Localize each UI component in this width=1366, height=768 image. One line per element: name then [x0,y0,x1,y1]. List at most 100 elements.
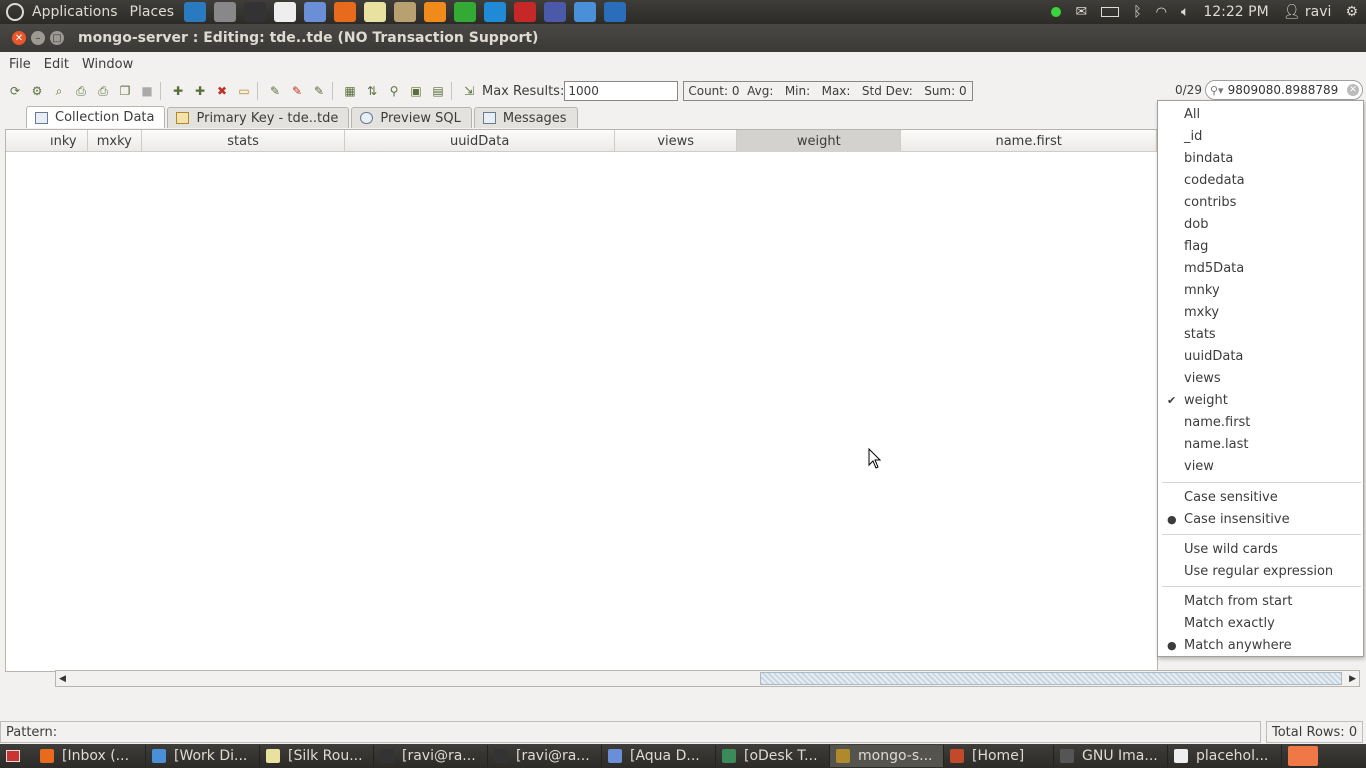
print-preview-icon[interactable]: ⎙ [72,82,90,100]
column-option[interactable]: view [1184,455,1214,477]
columns-icon[interactable]: ▦ [341,82,359,100]
column-option[interactable]: bindata [1184,147,1233,169]
export-icon[interactable]: ⇲ [460,82,478,100]
maximize-button[interactable]: □ [50,31,64,45]
firefox-icon[interactable] [334,2,357,22]
taskbar-item[interactable]: [ravi@ra... [488,745,602,767]
taskbar-item[interactable]: GNU Ima... [1054,745,1168,767]
delete-row-icon[interactable]: ✖ [213,82,231,100]
insert-row-icon[interactable]: ✚ [169,82,187,100]
taskbar-item[interactable]: [oDesk T... [716,745,830,767]
battery-icon[interactable] [1101,7,1120,17]
scroll-right-icon[interactable]: ▶ [1349,674,1356,684]
filezilla-icon[interactable] [514,2,537,22]
column-header-uuiddata[interactable]: uuidData [345,130,616,152]
tab-preview-sql[interactable]: Preview SQL [351,107,472,128]
ubuntu-logo-icon[interactable] [6,3,24,21]
show-desktop-icon[interactable] [6,750,20,762]
column-header-mnky[interactable]: ınky [6,130,88,152]
column-option[interactable]: weight [1184,389,1228,411]
column-option[interactable]: uuidData [1184,345,1243,367]
revert-icon[interactable]: ✎ [288,82,306,100]
chrome-icon[interactable] [184,2,207,22]
column-option[interactable]: _id [1184,125,1202,147]
scroll-thumb[interactable] [760,672,1342,685]
teamviewer-icon[interactable] [484,2,507,22]
wifi-icon[interactable]: ◠ [1156,5,1167,20]
column-option[interactable]: codedata [1184,169,1245,191]
commit-icon[interactable]: ✎ [310,82,328,100]
taskbar-item[interactable]: [Aqua D... [602,745,716,767]
notes-icon[interactable] [364,2,387,22]
places-menu[interactable]: Places [130,4,175,20]
stop-icon[interactable]: ■ [138,82,156,100]
column-search-field[interactable]: ⚲▾ 9809080.8988789 ✕ [1205,80,1363,100]
copy-icon[interactable]: ❐ [116,82,134,100]
print-icon[interactable]: ⎙ [94,82,112,100]
workspace-switcher-icon[interactable] [1288,746,1318,766]
horizontal-scrollbar[interactable]: ◀ ▶ [55,670,1360,687]
column-option[interactable]: mnky [1184,279,1220,301]
use-regular-expression-option[interactable]: Use regular expression [1184,560,1333,582]
clock[interactable]: 12:22 PM [1203,4,1268,20]
run-icon[interactable]: ⚙ [28,82,46,100]
column-option[interactable]: views [1184,367,1221,389]
column-header-name-first[interactable]: name.first [901,130,1157,152]
screenshot-icon[interactable] [304,2,327,22]
search-icon[interactable]: ⚲▾ [1210,84,1224,97]
window-titlebar[interactable]: ✕ – □ mongo-server : Editing: tde..tde (… [0,24,1366,52]
mail-icon[interactable]: ✉ [1075,4,1087,20]
column-option[interactable]: contribs [1184,191,1236,213]
match-exactly-option[interactable]: Match exactly [1184,612,1275,634]
case-insensitive-option[interactable]: Case insensitive [1184,508,1290,530]
chromium-icon[interactable] [574,2,597,22]
vlc-icon[interactable] [424,2,447,22]
applications-menu[interactable]: Applications [32,4,118,20]
duplicate-row-icon[interactable]: ✚ [191,82,209,100]
file-manager-icon[interactable] [394,2,417,22]
column-option[interactable]: stats [1184,323,1216,345]
taskbar-item[interactable]: [Home] [944,745,1054,767]
camera-icon[interactable] [214,2,237,22]
column-option[interactable]: mxky [1184,301,1219,323]
system-monitor-icon[interactable] [454,2,477,22]
taskbar-item[interactable]: placehol... [1168,745,1282,767]
column-option[interactable]: All [1184,103,1200,125]
menu-file[interactable]: File [9,57,31,72]
close-button[interactable]: ✕ [12,31,26,45]
menu-window[interactable]: Window [82,57,133,72]
volume-icon[interactable]: 🔈︎ [1181,4,1189,20]
column-option[interactable]: name.last [1184,433,1248,455]
clear-icon[interactable]: ▭ [235,82,253,100]
layout-icon[interactable]: ▤ [429,82,447,100]
refresh-icon[interactable]: ⟳ [6,82,24,100]
eclipse-icon[interactable] [544,2,567,22]
status-indicator-icon[interactable] [1051,7,1062,17]
edit-icon[interactable]: ✎ [266,82,284,100]
column-header-mxky[interactable]: mxky [88,130,142,152]
thunderbird-icon[interactable] [604,2,627,22]
column-header-weight[interactable]: weight [737,130,902,152]
taskbar-item[interactable]: [Work Di... [146,745,260,767]
tab-collection-data[interactable]: Collection Data [26,106,166,128]
data-grid[interactable]: ınky mxky stats uuidData views weight na… [5,129,1158,672]
text-editor-icon[interactable] [274,2,297,22]
clear-search-icon[interactable]: ✕ [1347,84,1359,96]
column-option[interactable]: flag [1184,235,1208,257]
taskbar-item[interactable]: [Silk Rou... [260,745,374,767]
menu-edit[interactable]: Edit [44,57,69,72]
scroll-left-icon[interactable]: ◀ [59,674,66,684]
column-option[interactable]: dob [1184,213,1208,235]
form-icon[interactable]: ▣ [407,82,425,100]
column-header-views[interactable]: views [615,130,738,152]
terminal-icon[interactable] [244,2,267,22]
column-header-stats[interactable]: stats [142,130,346,152]
sort-icon[interactable]: ⇅ [363,82,381,100]
max-results-input[interactable]: 1000 [564,81,679,101]
user-menu[interactable]: 👤︎ ravi [1283,4,1332,20]
minimize-button[interactable]: – [31,31,45,45]
tab-messages[interactable]: Messages [473,107,578,128]
find-icon[interactable]: ⌕ [50,82,68,100]
match-from-start-option[interactable]: Match from start [1184,590,1292,612]
taskbar-item[interactable]: [ravi@ra... [374,745,488,767]
